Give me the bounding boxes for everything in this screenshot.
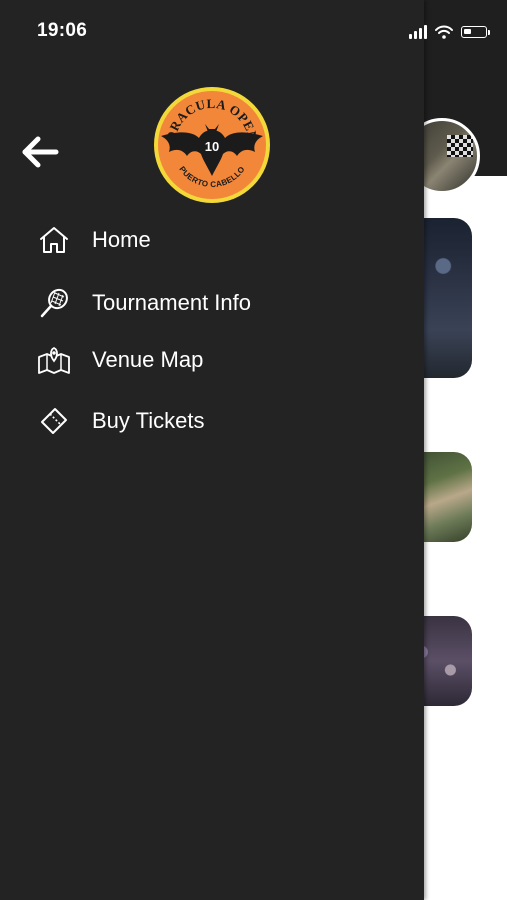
back-arrow-icon [22, 136, 59, 168]
menu-item-label: Home [92, 227, 151, 252]
menu-item-venue-map[interactable]: Venue Map [36, 336, 203, 384]
map-icon [36, 342, 72, 378]
tournament-logo: 10 DRACULA OPEN PUERTO CABELLO [153, 86, 271, 204]
menu-item-home[interactable]: Home [36, 216, 151, 264]
menu-item-buy-tickets[interactable]: Buy Tickets [36, 397, 204, 445]
status-icons [409, 22, 490, 42]
tennis-racket-icon [36, 285, 72, 321]
wifi-icon [435, 25, 453, 39]
menu-item-label: Buy Tickets [92, 408, 205, 433]
logo-number: 10 [205, 139, 219, 154]
home-icon [36, 222, 72, 258]
status-bar: 19:06 [0, 0, 507, 60]
menu-item-label: Tournament Info [92, 290, 251, 315]
battery-icon [461, 26, 490, 38]
navigation-drawer: 10 DRACULA OPEN PUERTO CABELLO Home Tour… [0, 0, 424, 900]
menu-item-label: Venue Map [92, 347, 204, 372]
menu-item-tournament-info[interactable]: Tournament Info [36, 279, 251, 327]
back-button[interactable] [20, 132, 60, 172]
signal-icon [409, 25, 427, 39]
status-time: 19:06 [37, 20, 88, 41]
ticket-icon [36, 403, 72, 439]
battery-level [464, 29, 471, 34]
